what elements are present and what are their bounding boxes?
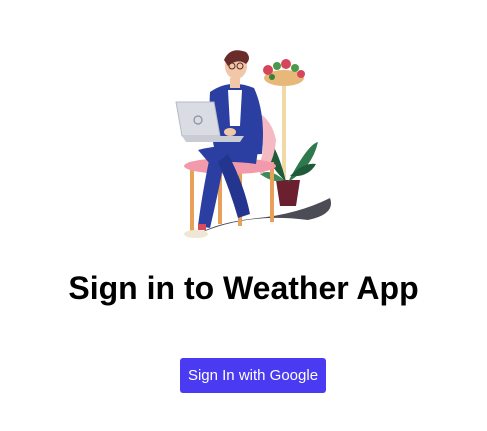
sign-in-page: Sign in to Weather App Sign In with Goog… <box>0 0 487 431</box>
google-sign-in-button[interactable]: Sign In with Google <box>180 358 326 393</box>
page-title: Sign in to Weather App <box>68 270 419 306</box>
person-with-laptop-illustration <box>175 50 332 238</box>
